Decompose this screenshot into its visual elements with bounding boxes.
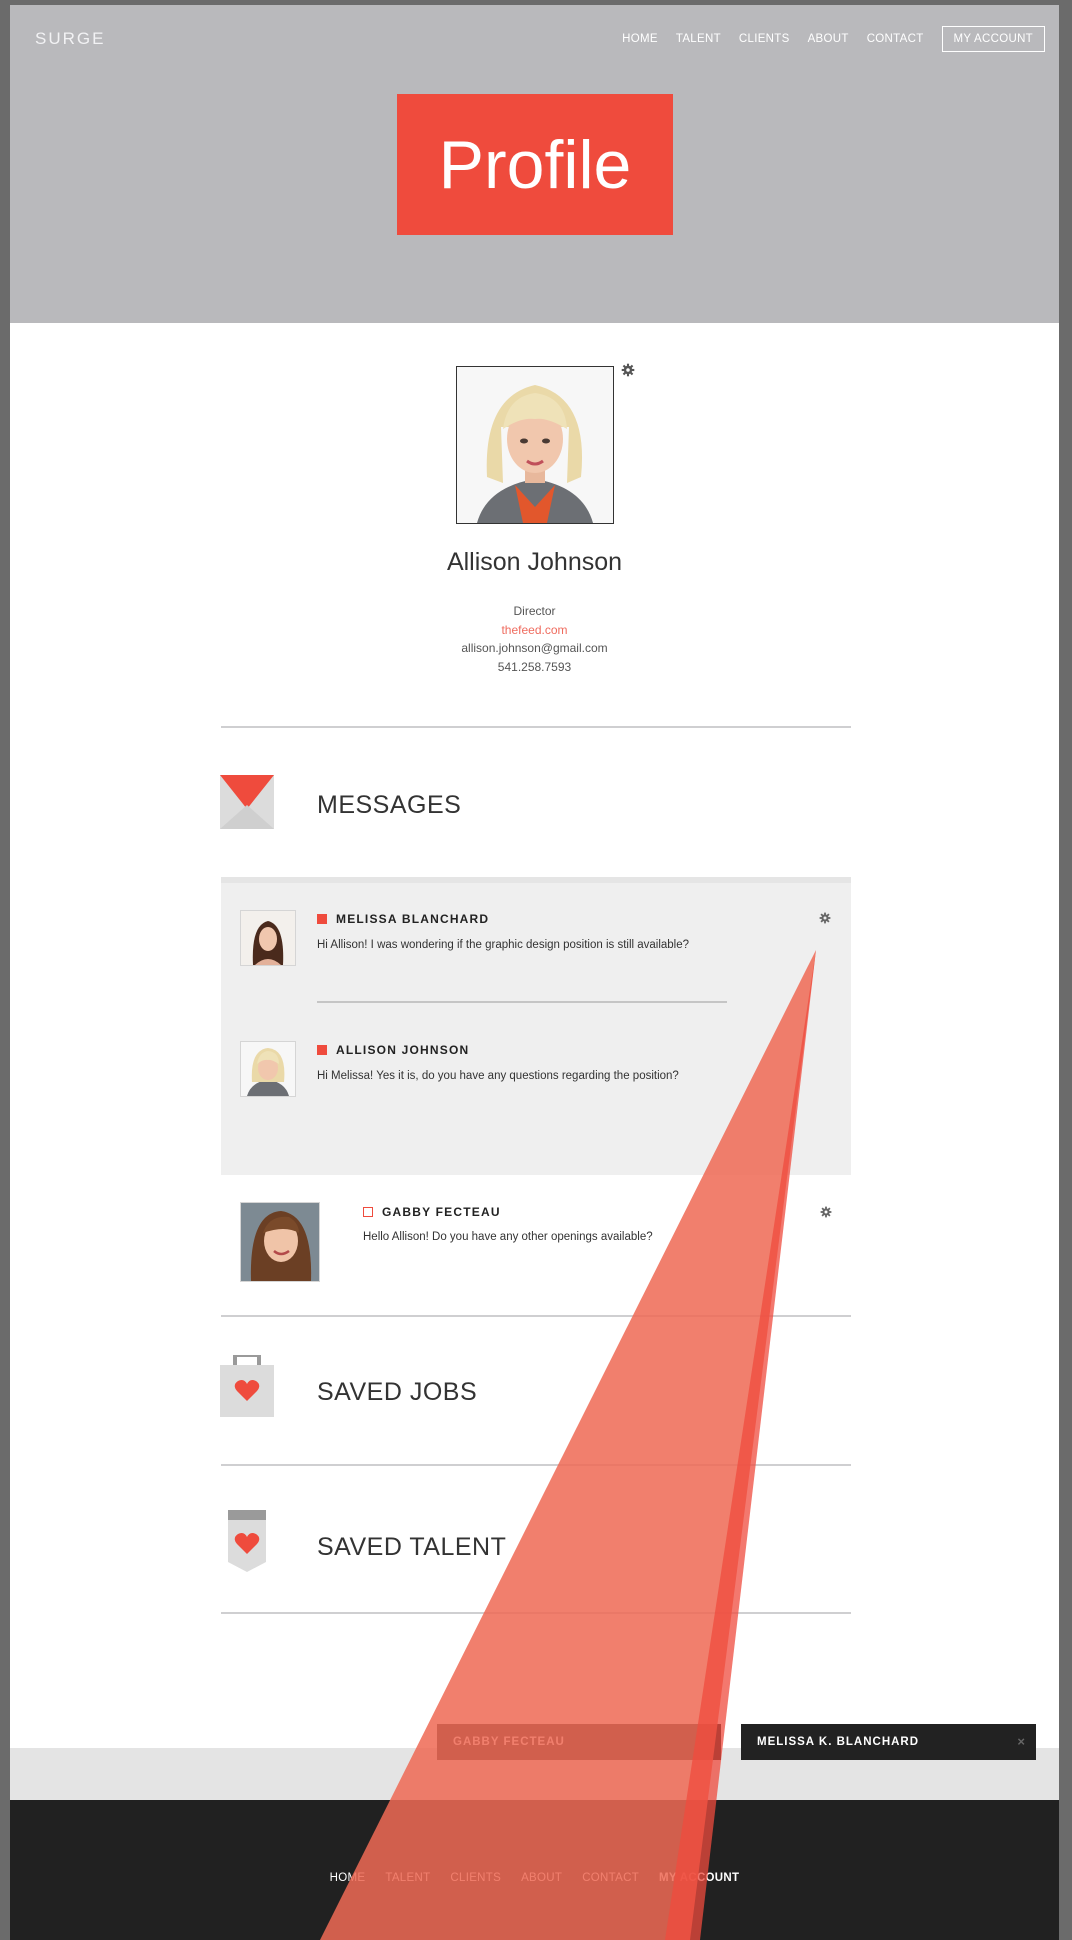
message-divider [317, 1001, 727, 1003]
nav-contact[interactable]: CONTACT [867, 33, 924, 45]
hero-header: SURGE HOME TALENT CLIENTS ABOUT CONTACT … [10, 5, 1059, 323]
allison-avatar-image [241, 1042, 295, 1096]
my-account-button[interactable]: MY ACCOUNT [941, 26, 1045, 52]
message-sender[interactable]: ALLISON JOHNSON [317, 1043, 469, 1057]
footer-nav-my-account[interactable]: MY ACCOUNT [659, 1872, 739, 1884]
read-marker [363, 1207, 373, 1217]
message-sender[interactable]: GABBY FECTEAU [363, 1205, 501, 1219]
unread-marker [317, 914, 327, 924]
profile-photo [456, 366, 614, 524]
sender-name: GABBY FECTEAU [382, 1205, 501, 1219]
profile-title: Director [513, 604, 556, 618]
brand-logo[interactable]: SURGE [35, 29, 105, 49]
saved-talent-heading[interactable]: SAVED TALENT [317, 1533, 506, 1562]
nav-home[interactable]: HOME [622, 33, 658, 45]
message-text: Hello Allison! Do you have any other ope… [363, 1231, 653, 1243]
footer-nav-talent[interactable]: TALENT [385, 1872, 430, 1884]
chat-tab-melissa[interactable]: MELISSA K. BLANCHARD × [741, 1724, 1036, 1760]
profile-website-link[interactable]: thefeed.com [10, 623, 1059, 637]
footer-nav-contact[interactable]: CONTACT [582, 1872, 639, 1884]
saved-jobs-heading[interactable]: SAVED JOBS [317, 1378, 477, 1407]
message-text: Hi Melissa! Yes it is, do you have any q… [317, 1070, 679, 1082]
close-icon[interactable]: × [1017, 1734, 1026, 1749]
message-sender[interactable]: MELISSA BLANCHARD [317, 912, 489, 926]
envelope-icon [220, 775, 274, 829]
chat-tab-gabby[interactable]: GABBY FECTEAU [437, 1724, 721, 1760]
footer-nav-home[interactable]: HOME [330, 1872, 366, 1884]
melissa-avatar [240, 910, 296, 966]
profile-name: Allison Johnson [446, 548, 623, 576]
thread-gear-icon[interactable] [819, 912, 831, 924]
gabby-avatar [240, 1202, 320, 1282]
nav-about[interactable]: ABOUT [808, 33, 849, 45]
profile-email: allison.johnson@gmail.com [461, 641, 608, 655]
allison-avatar [240, 1041, 296, 1097]
profile-photo-image [457, 367, 613, 523]
messages-heading: MESSAGES [317, 791, 462, 819]
section-divider [221, 726, 851, 728]
page-frame: SURGE HOME TALENT CLIENTS ABOUT CONTACT … [10, 5, 1059, 1940]
message-text: Hi Allison! I was wondering if the graph… [317, 939, 690, 951]
nav-talent[interactable]: TALENT [676, 33, 721, 45]
page-title-banner: Profile [397, 94, 673, 235]
melissa-avatar-image [241, 911, 295, 965]
nav-clients[interactable]: CLIENTS [739, 33, 790, 45]
thread-gear-icon[interactable] [820, 1206, 832, 1218]
footer-nav-about[interactable]: ABOUT [521, 1872, 562, 1884]
footer-nav-clients[interactable]: CLIENTS [450, 1872, 501, 1884]
profile-settings-gear-icon[interactable] [621, 363, 635, 377]
footer: HOME TALENT CLIENTS ABOUT CONTACT MY ACC… [10, 1800, 1059, 1940]
section-divider [221, 1315, 851, 1317]
top-nav: HOME TALENT CLIENTS ABOUT CONTACT MY ACC… [622, 26, 1045, 52]
sender-name: MELISSA BLANCHARD [336, 912, 490, 926]
footer-nav: HOME TALENT CLIENTS ABOUT CONTACT MY ACC… [10, 1872, 1059, 1884]
gabby-avatar-image [241, 1203, 319, 1281]
sender-name: ALLISON JOHNSON [336, 1043, 470, 1057]
saved-talent-tag-icon [228, 1510, 266, 1572]
section-divider [221, 1612, 851, 1614]
message-thread[interactable]: MELISSA BLANCHARD Hi Allison! I was wond… [221, 877, 851, 1175]
chat-tab-label: MELISSA K. BLANCHARD [757, 1736, 920, 1748]
unread-marker [317, 1045, 327, 1055]
section-divider [221, 1464, 851, 1466]
profile-phone: 541.258.7593 [497, 660, 572, 674]
saved-jobs-briefcase-icon [220, 1355, 274, 1417]
